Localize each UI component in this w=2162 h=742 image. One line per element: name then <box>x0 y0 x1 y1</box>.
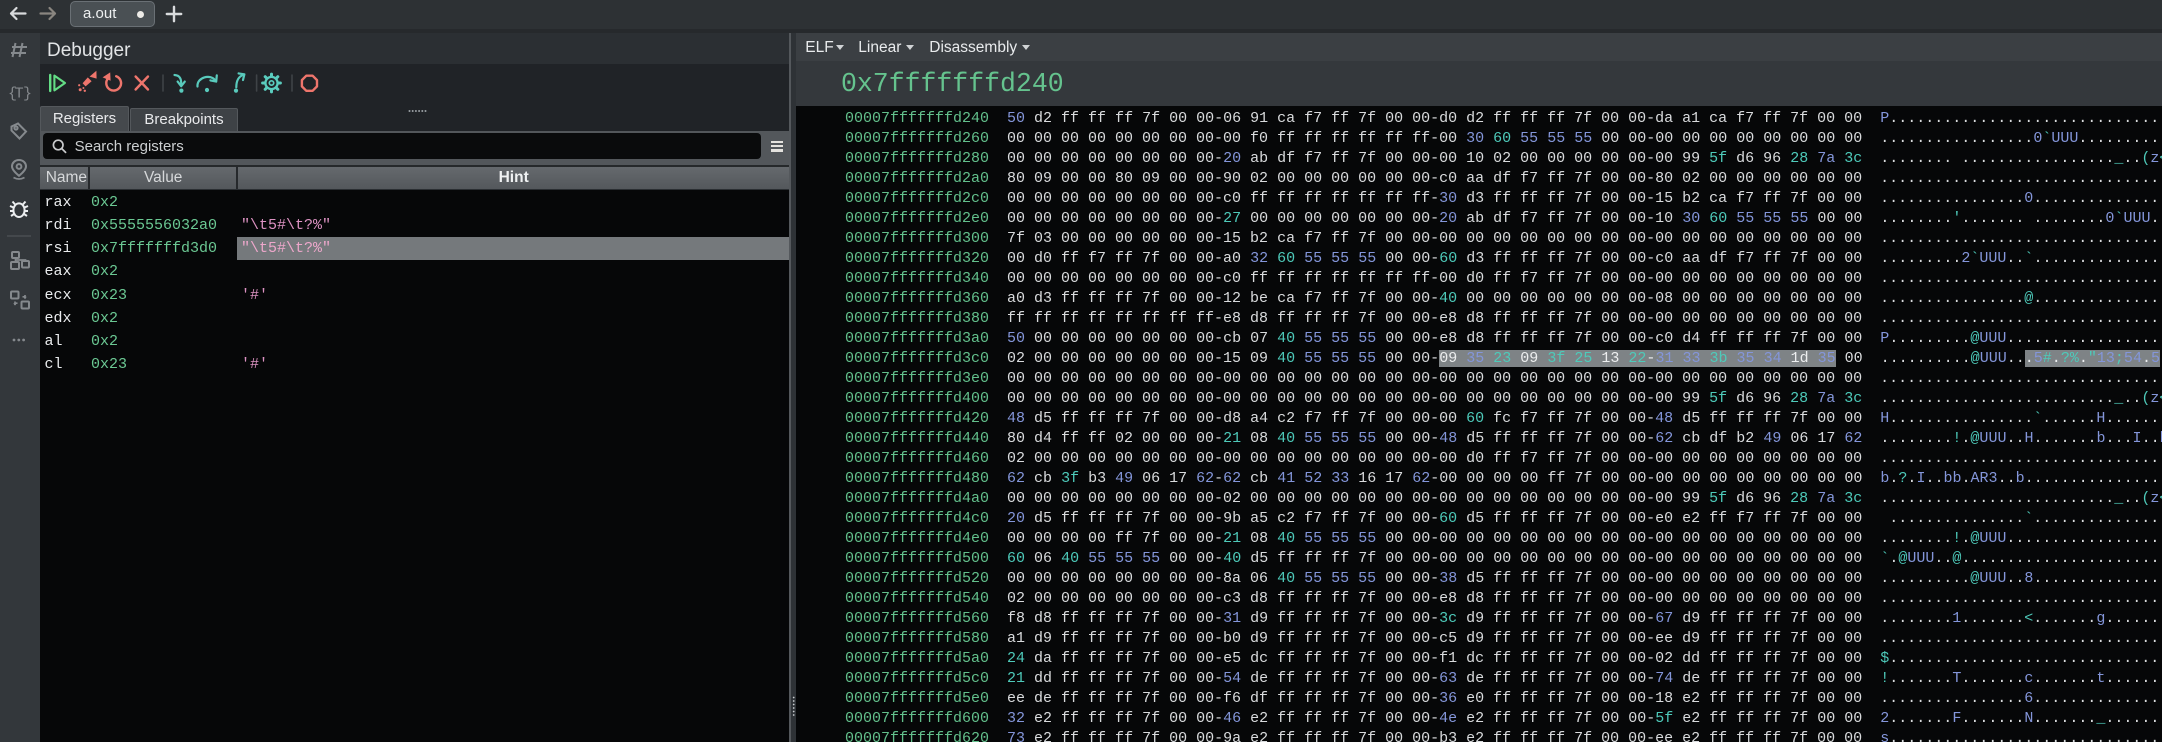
svg-text:}: } <box>23 86 32 103</box>
